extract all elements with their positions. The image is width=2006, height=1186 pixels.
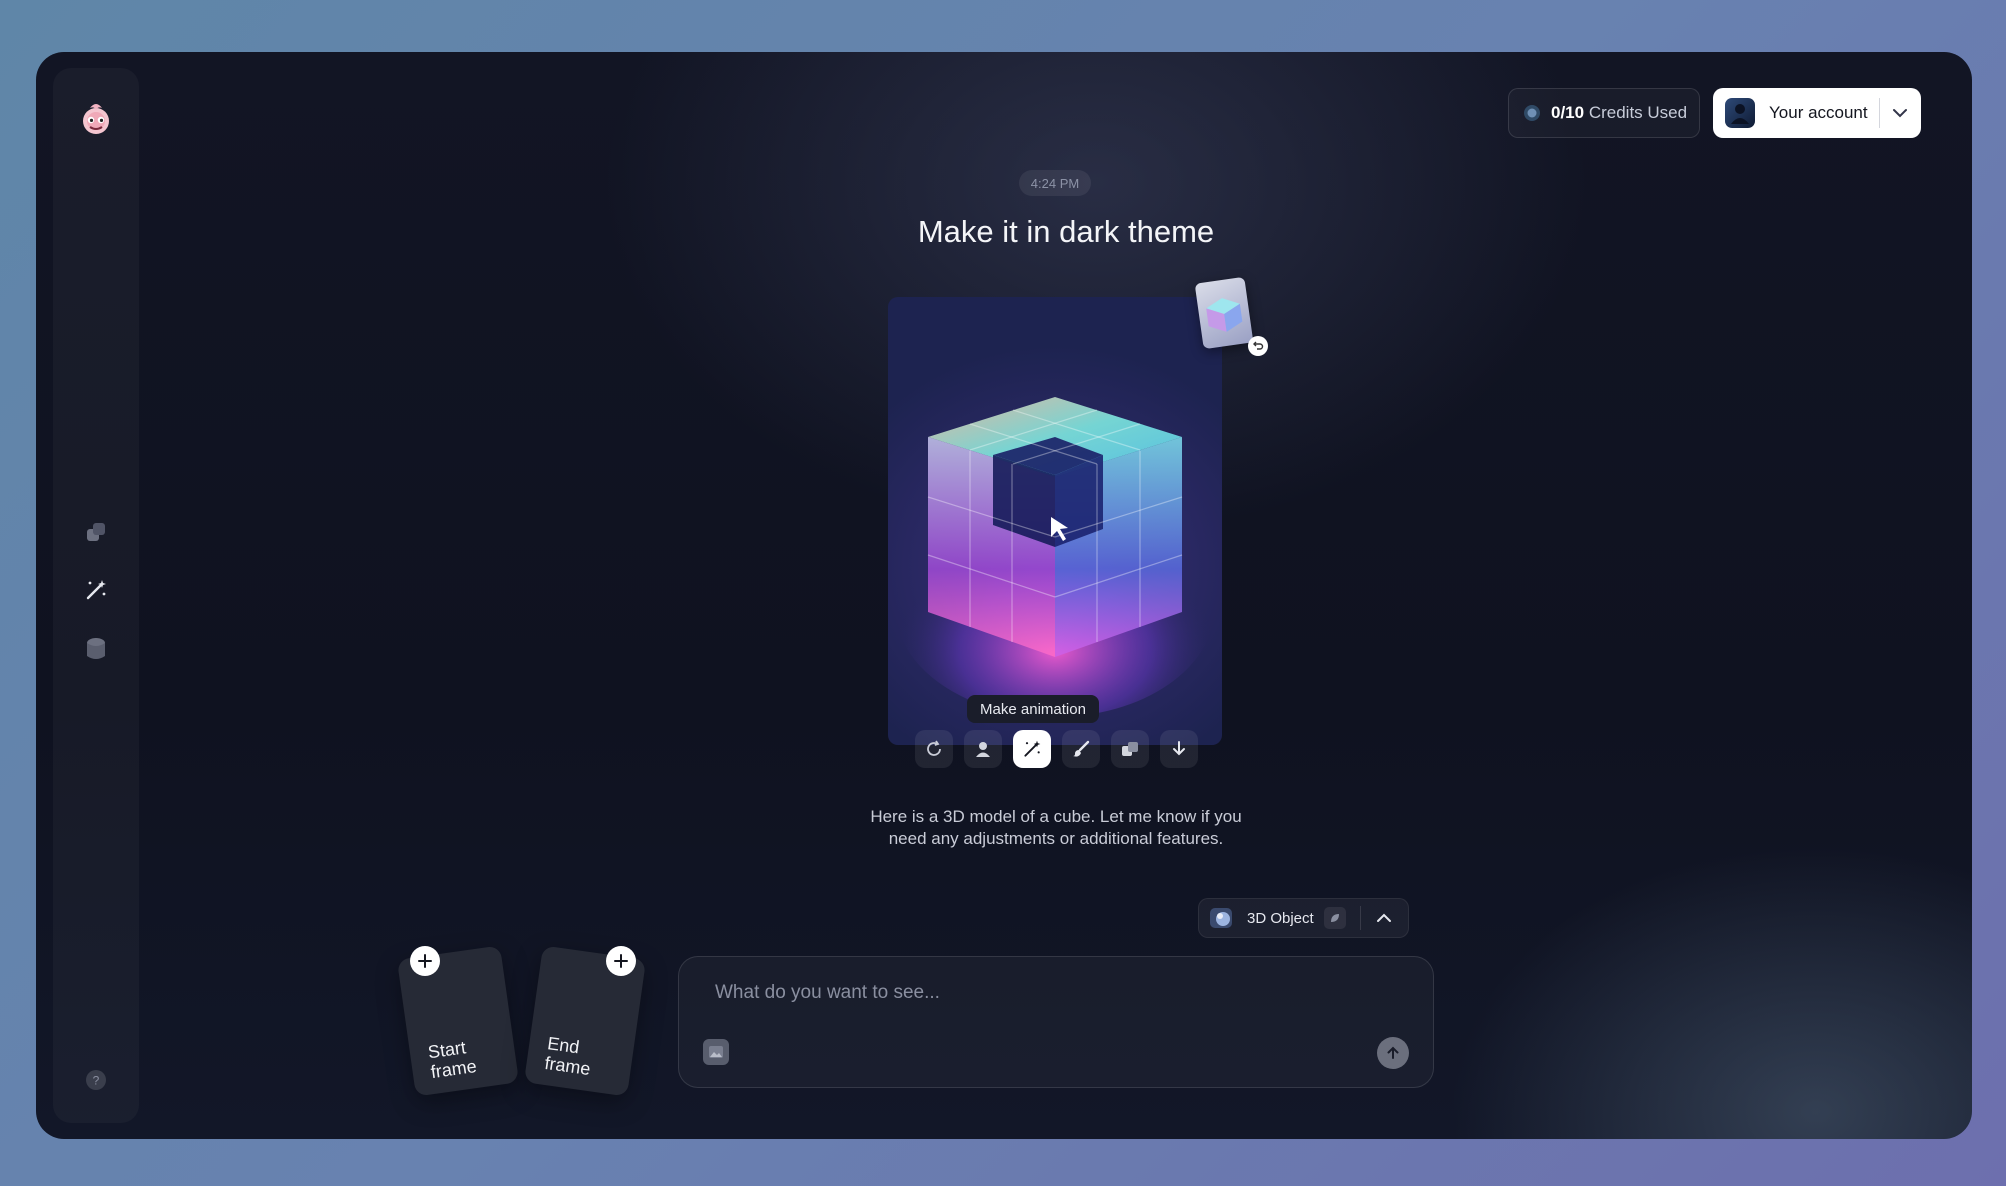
mode-selector[interactable]: 3D Object <box>1198 898 1409 938</box>
database-icon <box>87 638 105 659</box>
sidebar-item-layers[interactable] <box>80 516 112 548</box>
help-button[interactable]: ? <box>80 1064 112 1096</box>
character-button[interactable] <box>964 730 1002 768</box>
layers-button[interactable] <box>1111 730 1149 768</box>
credits-label: Credits Used <box>1588 103 1688 122</box>
plus-icon <box>418 954 432 968</box>
tooltip: Make animation <box>967 695 1099 723</box>
credits-indicator[interactable]: 0/10 Credits Used <box>1508 88 1700 138</box>
chevron-up-icon[interactable] <box>1375 911 1393 925</box>
sidebar-item-magic[interactable] <box>80 574 112 606</box>
character-icon <box>976 742 990 757</box>
layers-icon <box>1122 742 1138 756</box>
reference-thumbnail[interactable] <box>1194 276 1254 350</box>
sidebar: ? <box>53 68 139 1123</box>
sidebar-item-storage[interactable] <box>80 634 112 666</box>
undo-icon <box>1253 341 1264 350</box>
prompt-input[interactable] <box>713 977 1397 1009</box>
app-window: ? 0/10 Credits Used Your account 4:24 PM… <box>36 52 1972 1139</box>
cube-render-image <box>895 397 1215 717</box>
avatar <box>1725 98 1755 128</box>
timestamp: 4:24 PM <box>1019 170 1091 196</box>
regenerate-icon <box>927 740 941 756</box>
attach-image-button[interactable] <box>703 1039 729 1065</box>
3d-object-icon <box>1210 908 1232 928</box>
logo-icon <box>83 104 109 134</box>
mode-label: 3D Object <box>1247 909 1314 927</box>
regenerate-button[interactable] <box>915 730 953 768</box>
account-button[interactable]: Your account <box>1713 88 1921 138</box>
plus-icon <box>614 954 628 968</box>
magic-wand-icon <box>86 580 106 600</box>
undo-button[interactable] <box>1248 336 1268 356</box>
assistant-reply: Here is a 3D model of a cube. Let me kno… <box>856 806 1256 850</box>
help-icon: ? <box>86 1070 106 1090</box>
prompt-composer <box>678 956 1434 1088</box>
download-icon <box>1173 741 1185 756</box>
download-button[interactable] <box>1160 730 1198 768</box>
make-animation-button[interactable] <box>1013 730 1051 768</box>
reply-line-2: need any adjustments or additional featu… <box>888 829 1224 848</box>
generated-image[interactable] <box>888 297 1222 745</box>
brush-button[interactable] <box>1062 730 1100 768</box>
svg-text:?: ? <box>93 1074 100 1088</box>
logo[interactable] <box>76 98 116 138</box>
account-label: Your account <box>1769 103 1868 122</box>
page-title: Make it in dark theme <box>917 214 1215 249</box>
mode-settings-button[interactable] <box>1323 907 1346 929</box>
reply-line-1: Here is a 3D model of a cube. Let me kno… <box>870 807 1242 826</box>
magic-wand-icon <box>1024 740 1041 757</box>
arrow-up-icon <box>1387 1046 1399 1059</box>
coin-icon <box>1524 105 1540 121</box>
leaf-icon <box>1330 914 1339 922</box>
add-end-frame-button[interactable] <box>606 946 636 976</box>
chevron-down-icon[interactable] <box>1891 105 1909 121</box>
brush-icon <box>1073 740 1090 757</box>
image-icon <box>709 1046 723 1058</box>
send-button[interactable] <box>1377 1037 1409 1069</box>
add-start-frame-button[interactable] <box>410 946 440 976</box>
credits-used-value: 0/10 <box>1551 103 1585 122</box>
layers-icon <box>87 523 105 541</box>
